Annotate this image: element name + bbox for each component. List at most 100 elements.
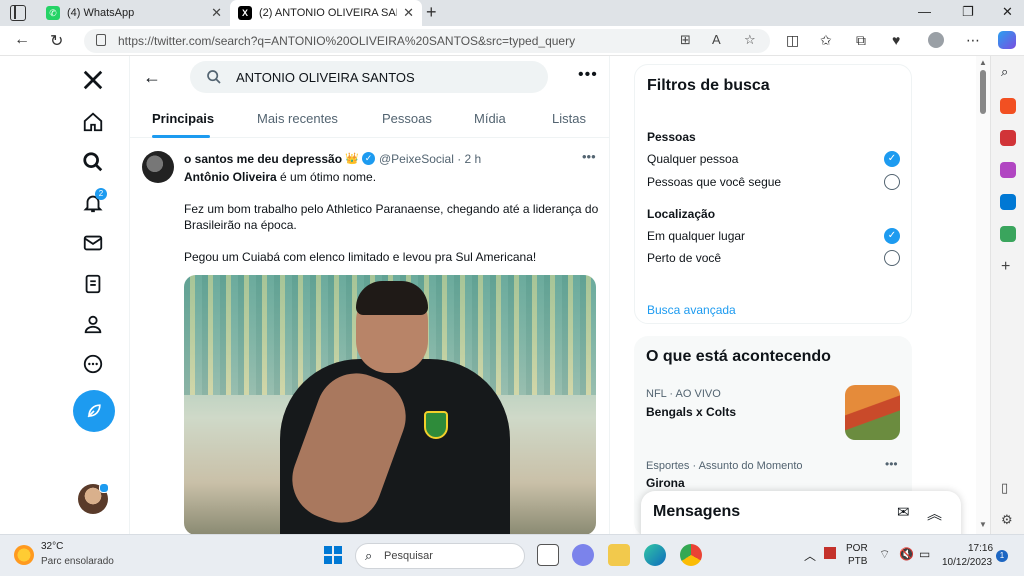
lists-icon[interactable] — [81, 272, 105, 296]
new-message-icon[interactable]: ✉ — [897, 503, 910, 521]
sidebar-toggle-icon[interactable]: ▯ — [1001, 480, 1008, 496]
filter-any-person[interactable]: Qualquer pessoa — [647, 152, 738, 166]
copilot-app-icon[interactable] — [1000, 162, 1016, 178]
notification-center-badge[interactable]: 1 — [996, 550, 1008, 562]
taskbar-search-box[interactable]: ⌕ Pesquisar — [355, 543, 525, 569]
split-screen-icon[interactable]: ◫ — [786, 32, 799, 49]
volume-muted-icon[interactable]: 🔇 — [899, 547, 914, 561]
tweet-author-avatar[interactable] — [142, 151, 174, 183]
tweet-text-line-3: Pegou um Cuiabá com elenco limitado e le… — [184, 250, 537, 264]
battery-icon[interactable]: ▭ — [919, 547, 930, 561]
tweet-handle-time[interactable]: @PeixeSocial · 2 h — [379, 152, 481, 166]
language-indicator-top[interactable]: POR — [846, 543, 868, 554]
refresh-icon[interactable]: ↻ — [50, 31, 63, 51]
scroll-thumb[interactable] — [980, 70, 986, 114]
outlook-icon[interactable] — [1000, 194, 1016, 210]
tray-app-icon[interactable] — [824, 547, 836, 559]
page-scrollbar[interactable]: ▲ ▼ — [976, 56, 990, 534]
copilot-icon[interactable] — [998, 31, 1016, 49]
filter-people-you-follow[interactable]: Pessoas que você segue — [647, 175, 781, 189]
maximize-icon[interactable]: ❐ — [962, 4, 974, 20]
shopping-icon[interactable] — [1000, 98, 1016, 114]
close-tab-icon[interactable]: ✕ — [211, 5, 222, 21]
radio-near-you[interactable] — [884, 250, 900, 266]
add-sidebar-app-icon[interactable]: + — [1001, 258, 1010, 276]
wifi-icon[interactable]: ⌔ — [879, 547, 890, 562]
close-tab-icon[interactable]: ✕ — [403, 5, 414, 21]
tweet-text-line-2: Fez um bom trabalho pelo Athletico Paran… — [184, 202, 599, 232]
clock-date[interactable]: 10/12/2023 — [942, 557, 992, 568]
clock-time[interactable]: 17:16 — [968, 543, 993, 554]
trend-name[interactable]: Bengals x Colts — [646, 405, 736, 419]
back-arrow-icon[interactable]: ← — [143, 67, 161, 88]
sidebar-settings-icon[interactable]: ⚙ — [1001, 512, 1013, 528]
tab-pessoas[interactable]: Pessoas — [382, 111, 432, 126]
chrome-icon[interactable] — [680, 544, 702, 566]
search-icon — [207, 70, 221, 84]
expand-chevrons-icon[interactable]: ︽ — [927, 503, 942, 524]
tweet-more-icon[interactable]: ••• — [582, 149, 596, 164]
teams-chat-icon[interactable] — [572, 544, 594, 566]
x-logo-icon[interactable] — [81, 68, 105, 92]
new-tab-icon[interactable]: + — [426, 2, 437, 23]
drop-icon[interactable] — [1000, 226, 1016, 242]
close-window-icon[interactable]: ✕ — [1002, 4, 1013, 20]
games-icon[interactable] — [1000, 130, 1016, 146]
windows-start-icon[interactable] — [322, 544, 344, 566]
tweet-author-name[interactable]: o santos me deu depressão — [184, 152, 342, 166]
tab-listas[interactable]: Listas — [552, 111, 586, 126]
trend-name[interactable]: Girona — [646, 476, 685, 490]
show-hidden-icons-chevron[interactable]: ︿ — [804, 547, 816, 564]
tweet[interactable]: o santos me deu depressão 👑 ✓ @PeixeSoci… — [130, 139, 610, 534]
tab-twitter-search[interactable]: X (2) ANTONIO OLIVEIRA SANTOS ✕ — [230, 0, 422, 26]
messages-envelope-icon[interactable] — [81, 231, 105, 255]
tweet-photo[interactable] — [184, 275, 596, 534]
photo-person-hair — [356, 281, 428, 315]
radio-anywhere[interactable]: ✓ — [884, 228, 900, 244]
weather-sun-icon[interactable] — [14, 545, 34, 565]
edge-browser-icon[interactable] — [644, 544, 666, 566]
apps-icon[interactable]: ⊞ — [680, 32, 691, 48]
favorites-icon[interactable]: ✩ — [820, 32, 832, 49]
twitter-page: 2 ← ANTONIO OLIVEIRA SANTOS ••• Principa… — [0, 56, 990, 534]
collections-icon[interactable]: ⧉ — [856, 32, 866, 49]
scroll-down-icon[interactable]: ▼ — [979, 520, 987, 529]
profile-icon[interactable] — [81, 312, 105, 336]
scroll-up-icon[interactable]: ▲ — [979, 58, 987, 67]
tab-midia[interactable]: Mídia — [474, 111, 506, 126]
trend-meta: NFL · AO VIVO — [646, 388, 721, 400]
tab-whatsapp[interactable]: ✆ (4) WhatsApp ✕ — [38, 0, 230, 26]
messages-drawer[interactable]: Mensagens ✉ ︽ — [641, 491, 961, 534]
filter-near-you[interactable]: Perto de você — [647, 251, 721, 265]
search-input[interactable]: ANTONIO OLIVEIRA SANTOS — [190, 61, 548, 93]
more-options-icon[interactable] — [81, 352, 105, 376]
settings-more-icon[interactable]: ⋯ — [966, 32, 980, 49]
tab-mais-recentes[interactable]: Mais recentes — [257, 111, 338, 126]
favorite-star-icon[interactable]: ☆ — [744, 32, 756, 48]
explore-search-icon[interactable] — [81, 150, 105, 174]
radio-people-you-follow[interactable] — [884, 174, 900, 190]
back-icon[interactable]: ← — [14, 31, 30, 49]
filter-anywhere[interactable]: Em qualquer lugar — [647, 229, 745, 243]
read-aloud-icon[interactable]: A — [712, 32, 721, 47]
radio-any-person[interactable]: ✓ — [884, 151, 900, 167]
minimize-icon[interactable]: — — [918, 4, 931, 19]
profile-icon[interactable] — [928, 32, 944, 48]
trend-thumbnail[interactable] — [845, 385, 900, 440]
home-icon[interactable] — [81, 110, 105, 134]
advanced-search-link[interactable]: Busca avançada — [647, 303, 736, 317]
compose-post-button[interactable] — [73, 390, 115, 432]
trend-more-icon[interactable]: ••• — [885, 457, 898, 471]
tab-actions-icon[interactable] — [10, 5, 26, 21]
search-icon[interactable]: ⌕ — [1001, 64, 1008, 80]
more-options-icon[interactable]: ••• — [578, 66, 598, 84]
tab-label: (2) ANTONIO OLIVEIRA SANTOS — [259, 7, 397, 19]
url-text: https://twitter.com/search?q=ANTONIO%20O… — [118, 34, 576, 48]
language-indicator-bottom[interactable]: PTB — [848, 556, 867, 567]
tab-principais[interactable]: Principais — [152, 111, 214, 126]
url-field[interactable]: https://twitter.com/search?q=ANTONIO%20O… — [84, 29, 770, 53]
file-explorer-icon[interactable] — [608, 544, 630, 566]
task-view-icon[interactable] — [537, 544, 559, 566]
account-avatar[interactable] — [78, 483, 109, 514]
extensions-icon[interactable]: ♥ — [892, 32, 900, 48]
